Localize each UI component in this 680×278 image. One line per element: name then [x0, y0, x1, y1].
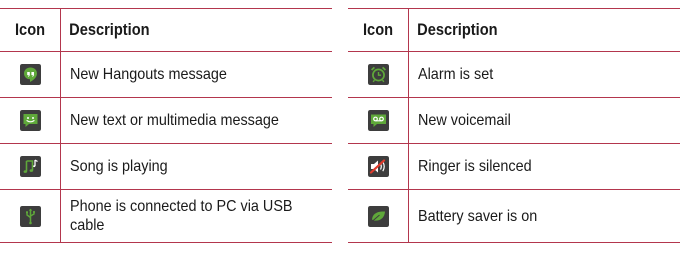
description-cell: New voicemail [408, 97, 680, 144]
table-row: New text or multimedia message [0, 97, 332, 144]
table-row: Ringer is silenced [348, 143, 680, 190]
usb-icon [19, 205, 41, 227]
description-cell: New Hangouts message [60, 51, 332, 98]
description-text: Ringer is silenced [418, 158, 532, 175]
description-text: Phone is connected to PC via USB cable [70, 198, 293, 234]
icon-table-left: Icon Description New Hangouts message Ne… [0, 8, 332, 243]
icon-cell [0, 144, 61, 190]
description-cell: Ringer is silenced [408, 143, 680, 190]
table-row: New Hangouts message [0, 51, 332, 98]
table-row: Battery saver is on [348, 189, 680, 243]
music-note-icon [19, 156, 41, 177]
icon-table-right: Icon Description Alarm is set New voicem… [348, 8, 680, 243]
description-cell: Song is playing [60, 143, 332, 190]
description-cell: Phone is connected to PC via USB cable [60, 189, 332, 243]
header-icon: Icon [14, 20, 46, 39]
table-row: New voicemail [348, 97, 680, 144]
icon-cell [0, 98, 61, 144]
icon-cell [0, 52, 61, 98]
description-text: New Hangouts message [70, 66, 227, 83]
description-text: Alarm is set [418, 66, 494, 83]
description-text: New voicemail [418, 112, 511, 129]
icon-cell [348, 98, 409, 144]
voicemail-icon [367, 110, 389, 131]
icon-cell [0, 190, 61, 243]
icon-cell [348, 190, 409, 243]
icon-cell [348, 144, 409, 190]
description-text: Battery saver is on [418, 207, 538, 225]
table-row: Song is playing [0, 143, 332, 190]
text-message-icon [19, 110, 41, 131]
icon-cell [348, 52, 409, 98]
description-cell: Battery saver is on [408, 189, 680, 243]
battery-saver-leaf-icon [367, 205, 389, 227]
table-row: Alarm is set [348, 51, 680, 98]
icon-reference-tables: Icon Description New Hangouts message Ne… [0, 0, 680, 278]
ringer-silenced-icon [367, 156, 389, 177]
table-header-row: Icon Description [348, 8, 680, 52]
description-cell: New text or multimedia message [60, 97, 332, 144]
alarm-clock-icon [367, 64, 389, 85]
description-cell: Alarm is set [408, 51, 680, 98]
header-description: Description [408, 8, 642, 52]
hangouts-message-icon [19, 64, 41, 85]
header-icon: Icon [362, 20, 394, 39]
description-text: New text or multimedia message [70, 112, 279, 129]
description-text: Song is playing [70, 158, 168, 175]
table-row: Phone is connected to PC via USB cable [0, 189, 332, 243]
header-description: Description [60, 8, 294, 52]
table-header-row: Icon Description [0, 8, 332, 52]
